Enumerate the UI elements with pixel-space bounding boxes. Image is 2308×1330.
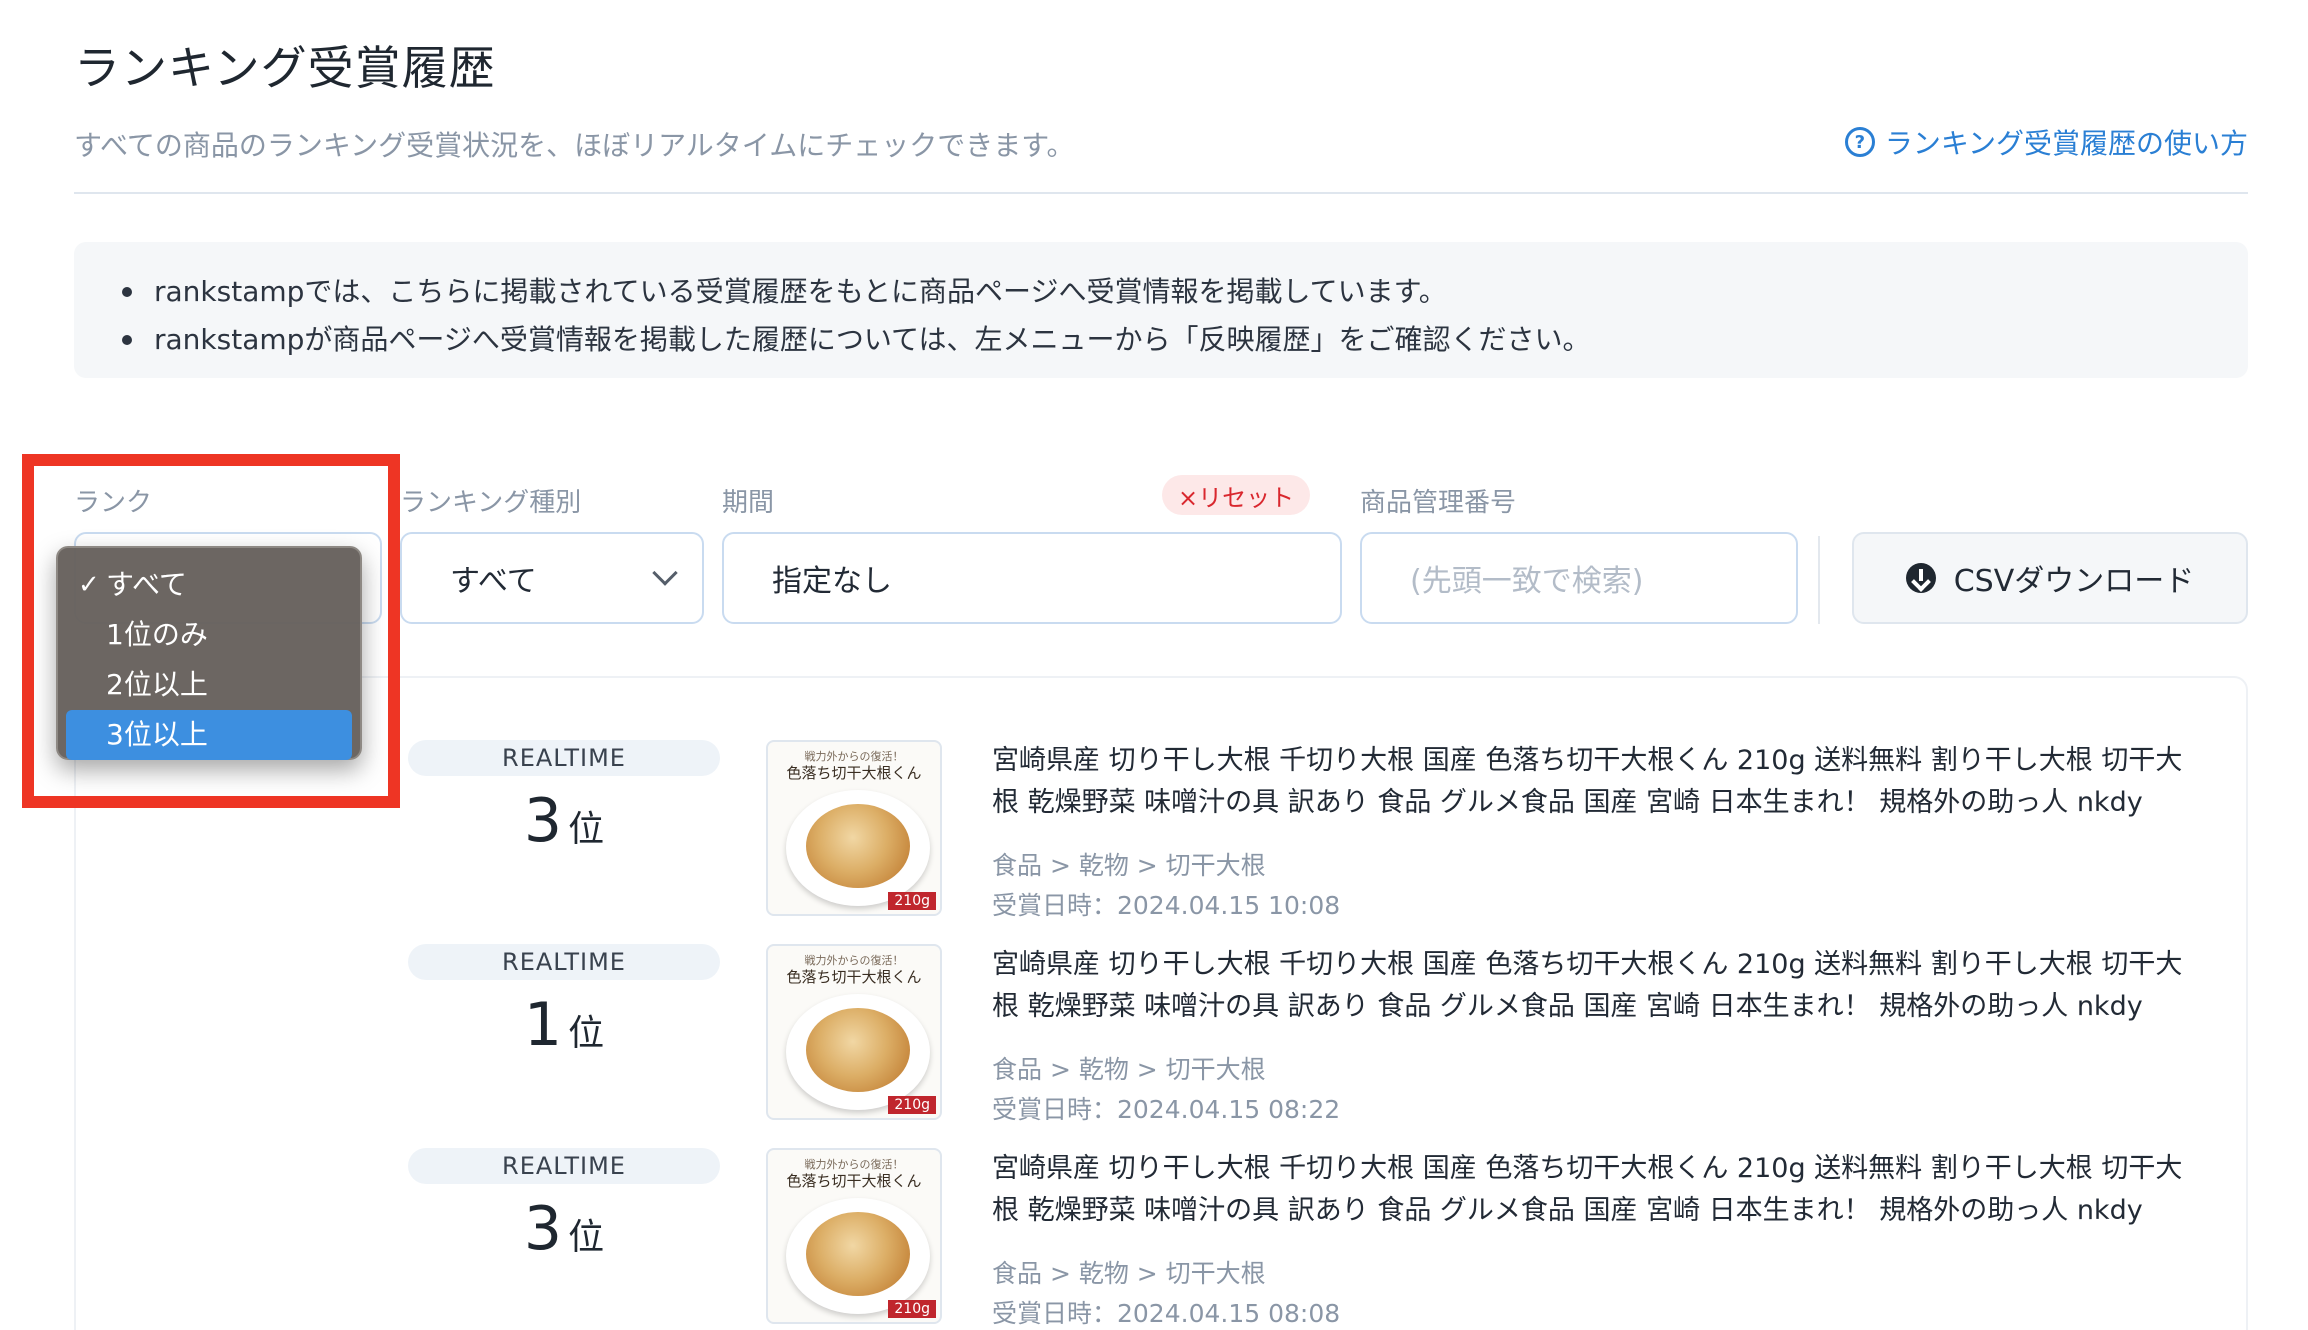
divider xyxy=(1818,536,1820,624)
help-link[interactable]: ? ランキング受賞履歴の使い方 xyxy=(1844,122,2248,162)
product-category: 食品 > 乾物 > 切干大根 xyxy=(992,851,1266,880)
rank-option-3rd-or-higher[interactable]: 3位以上 xyxy=(66,710,352,760)
rank-option-2nd-or-higher[interactable]: 2位以上 xyxy=(58,660,360,710)
rank-value: 3位 xyxy=(408,1194,720,1264)
food-image xyxy=(806,804,910,888)
food-image xyxy=(806,1008,910,1092)
rank-option-label: すべて xyxy=(106,568,187,601)
download-icon xyxy=(1905,563,1936,593)
award-date: 受賞日時：2024.04.15 10:08 xyxy=(992,891,1341,920)
period-label: 期間 xyxy=(722,488,775,518)
info-box: rankstampでは、こちらに掲載されている受賞履歴をもとに商品ページへ受賞情… xyxy=(74,242,2248,378)
period-value: 指定なし xyxy=(772,564,892,599)
help-link-label: ランキング受賞履歴の使い方 xyxy=(1884,127,2248,160)
rank-number: 3 xyxy=(523,786,563,856)
question-circle-icon: ? xyxy=(1844,127,1875,157)
thumbnail-caption: 色落ち切干大根くん xyxy=(786,968,922,986)
weight-badge: 210g xyxy=(888,1096,936,1114)
product-title[interactable]: 宮崎県産 切り干し大根 千切り大根 国産 色落ち切干大根くん 210g 送料無料… xyxy=(992,944,2196,1028)
thumbnail-caption: 色落ち切干大根くん xyxy=(786,764,922,782)
rank-number: 1 xyxy=(523,990,563,1060)
reset-button[interactable]: ×リセット xyxy=(1162,475,1311,515)
ranking-type-badge: REALTIME xyxy=(408,944,720,980)
rank-suffix: 位 xyxy=(568,1217,605,1258)
info-item: rankstampが商品ページへ受賞情報を掲載した履歴については、左メニューから… xyxy=(122,316,2248,364)
food-image xyxy=(806,1212,910,1296)
rank-value: 3位 xyxy=(408,786,720,856)
rank-option-all[interactable]: ✓ すべて xyxy=(58,560,360,610)
product-title[interactable]: 宮崎県産 切り干し大根 千切り大根 国産 色落ち切干大根くん 210g 送料無料… xyxy=(992,1148,2196,1232)
product-category: 食品 > 乾物 > 切干大根 xyxy=(992,1259,1266,1288)
product-id-input[interactable]: (先頭一致で検索) xyxy=(1360,532,1798,624)
product-id-placeholder: (先頭一致で検索) xyxy=(1410,564,1644,599)
weight-badge: 210g xyxy=(888,892,936,910)
page-title: ランキング受賞履歴 xyxy=(74,41,496,95)
result-row: REALTIME 3位 戦力外からの復活！ 色落ち切干大根くん 210g 宮崎県… xyxy=(76,1148,2246,1330)
header-divider xyxy=(74,192,2248,194)
product-category: 食品 > 乾物 > 切干大根 xyxy=(992,1055,1266,1084)
ranking-type-badge: REALTIME xyxy=(408,1148,720,1184)
ranking-type-value: すべて xyxy=(450,564,537,599)
thumbnail-caption: 色落ち切干大根くん xyxy=(786,1172,922,1190)
page-subtitle: すべての商品のランキング受賞状況を、ほぼリアルタイムにチェックできます。 xyxy=(74,129,1075,162)
weight-badge: 210g xyxy=(888,1300,936,1318)
result-row: REALTIME 3位 戦力外からの復活！ 色落ち切干大根くん 210g 宮崎県… xyxy=(76,740,2246,940)
chevron-down-icon xyxy=(652,560,678,586)
rank-value: 1位 xyxy=(408,990,720,1060)
product-id-label: 商品管理番号 xyxy=(1360,488,1517,518)
results-panel: REALTIME 3位 戦力外からの復活！ 色落ち切干大根くん 210g 宮崎県… xyxy=(74,676,2248,1330)
product-thumbnail[interactable]: 戦力外からの復活！ 色落ち切干大根くん 210g xyxy=(766,944,942,1120)
ranking-type-badge: REALTIME xyxy=(408,740,720,776)
rank-dropdown-menu: ✓ すべて 1位のみ 2位以上 3位以上 xyxy=(56,546,362,760)
award-date: 受賞日時：2024.04.15 08:08 xyxy=(992,1299,1341,1328)
ranking-type-label: ランキング種別 xyxy=(400,488,582,518)
product-thumbnail[interactable]: 戦力外からの復活！ 色落ち切干大根くん 210g xyxy=(766,740,942,916)
ranking-type-select[interactable]: すべて xyxy=(400,532,704,624)
product-title[interactable]: 宮崎県産 切り干し大根 千切り大根 国産 色落ち切干大根くん 210g 送料無料… xyxy=(992,740,2196,824)
product-thumbnail[interactable]: 戦力外からの復活！ 色落ち切干大根くん 210g xyxy=(766,1148,942,1324)
rank-suffix: 位 xyxy=(568,1013,605,1054)
check-icon: ✓ xyxy=(78,570,100,600)
rank-option-label: 3位以上 xyxy=(106,718,208,751)
rank-number: 3 xyxy=(523,1194,563,1264)
csv-download-label: CSVダウンロード xyxy=(1953,564,2195,599)
rank-option-label: 2位以上 xyxy=(106,668,208,701)
rank-suffix: 位 xyxy=(568,809,605,850)
period-input[interactable]: 指定なし xyxy=(722,532,1342,624)
info-item: rankstampでは、こちらに掲載されている受賞履歴をもとに商品ページへ受賞情… xyxy=(122,268,2248,316)
award-date: 受賞日時：2024.04.15 08:22 xyxy=(992,1095,1341,1124)
rank-option-label: 1位のみ xyxy=(106,618,208,651)
result-row: REALTIME 1位 戦力外からの復活！ 色落ち切干大根くん 210g 宮崎県… xyxy=(76,944,2246,1144)
csv-download-button[interactable]: CSVダウンロード xyxy=(1852,532,2248,624)
rank-option-1st-only[interactable]: 1位のみ xyxy=(58,610,360,660)
